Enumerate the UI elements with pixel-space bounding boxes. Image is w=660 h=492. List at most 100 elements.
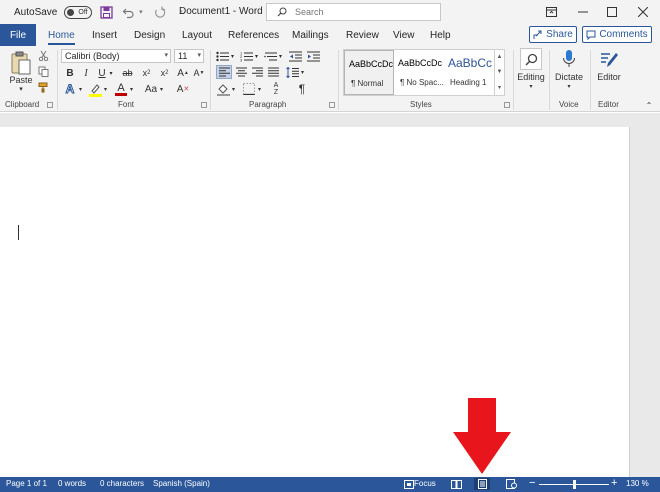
zoom-slider-thumb[interactable] xyxy=(573,480,576,489)
font-size-value: 11 xyxy=(178,51,188,61)
chevron-down-icon[interactable]: ▼ xyxy=(497,69,503,75)
italic-button[interactable]: I xyxy=(80,66,92,80)
clipboard-launcher-icon[interactable] xyxy=(47,102,53,108)
multilevel-dropdown-icon[interactable]: ▾ xyxy=(277,52,284,60)
zoom-level[interactable]: 130 % xyxy=(626,479,649,488)
subscript-button[interactable]: x2 xyxy=(140,66,153,80)
focus-label[interactable]: Focus xyxy=(414,479,436,488)
align-center-button[interactable] xyxy=(234,65,248,79)
web-layout-icon[interactable] xyxy=(503,478,519,490)
text-effects-icon[interactable]: A xyxy=(63,82,77,97)
borders-dropdown-icon[interactable]: ▾ xyxy=(256,85,263,93)
collapse-ribbon-icon[interactable]: ⌃ xyxy=(644,100,654,110)
align-left-button[interactable] xyxy=(216,65,232,79)
microphone-icon[interactable] xyxy=(560,48,578,70)
align-right-button[interactable] xyxy=(250,65,264,79)
document-page[interactable] xyxy=(0,127,630,477)
highlight-icon[interactable] xyxy=(88,82,102,97)
clear-formatting-icon[interactable]: A ✕ xyxy=(176,82,190,96)
editor-label[interactable]: Editor xyxy=(593,71,625,83)
undo-icon[interactable] xyxy=(120,4,136,20)
show-formatting-marks-icon[interactable]: ¶ xyxy=(296,81,308,96)
tab-layout[interactable]: Layout xyxy=(182,24,212,46)
style-normal[interactable]: AaBbCcDc ¶ Normal xyxy=(344,50,394,95)
font-launcher-icon[interactable] xyxy=(201,102,207,108)
character-count[interactable]: 0 characters xyxy=(100,479,144,488)
cut-icon[interactable] xyxy=(37,49,50,62)
print-layout-icon[interactable] xyxy=(474,478,490,490)
word-count[interactable]: 0 words xyxy=(58,479,86,488)
bullets-icon[interactable] xyxy=(215,50,229,62)
tab-home[interactable]: Home xyxy=(48,24,75,46)
text-effects-dropdown-icon[interactable]: ▾ xyxy=(77,85,84,93)
decrease-indent-icon[interactable] xyxy=(288,50,302,62)
change-case-dropdown-icon[interactable]: ▾ xyxy=(158,85,165,93)
copy-icon[interactable] xyxy=(37,65,50,78)
style-no-spacing[interactable]: AaBbCcDc ¶ No Spac... xyxy=(394,50,444,95)
save-icon[interactable] xyxy=(98,4,114,20)
numbering-icon[interactable]: 123 xyxy=(239,50,253,62)
format-painter-icon[interactable] xyxy=(37,81,50,94)
line-spacing-dropdown-icon[interactable]: ▾ xyxy=(299,68,306,76)
redo-icon[interactable] xyxy=(151,4,167,20)
zoom-in-button[interactable]: + xyxy=(611,477,617,489)
justify-button[interactable] xyxy=(266,65,280,79)
bullets-dropdown-icon[interactable]: ▾ xyxy=(229,52,236,60)
editing-search-icon[interactable] xyxy=(520,48,542,70)
highlight-dropdown-icon[interactable]: ▾ xyxy=(102,85,109,93)
shading-icon[interactable] xyxy=(216,82,230,96)
font-name-dropdown[interactable]: Calibri (Body) ▾ xyxy=(61,49,171,63)
tab-review[interactable]: Review xyxy=(346,24,379,46)
language-indicator[interactable]: Spanish (Spain) xyxy=(153,479,210,488)
chevron-up-icon[interactable]: ▲ xyxy=(497,54,503,60)
editing-dropdown-icon[interactable]: ▾ xyxy=(527,82,535,90)
borders-icon[interactable] xyxy=(242,82,256,96)
tab-references[interactable]: References xyxy=(228,24,279,46)
grow-font-button[interactable]: A ▲ xyxy=(177,66,189,80)
increase-indent-icon[interactable] xyxy=(306,50,320,62)
multilevel-list-icon[interactable] xyxy=(263,50,277,62)
tab-design[interactable]: Design xyxy=(134,24,165,46)
font-color-icon[interactable]: A xyxy=(114,82,128,97)
close-button[interactable] xyxy=(626,0,660,24)
maximize-button[interactable] xyxy=(595,0,629,24)
group-divider xyxy=(549,50,550,110)
strikethrough-button[interactable]: ab xyxy=(120,66,135,80)
voice-group-label: Voice xyxy=(559,100,579,109)
tab-file[interactable]: File xyxy=(0,24,36,46)
superscript-button[interactable]: x2 xyxy=(158,66,171,80)
style-heading-1[interactable]: AaBbCc Heading 1 xyxy=(444,50,494,95)
page-count[interactable]: Page 1 of 1 xyxy=(6,479,47,488)
autosave-toggle[interactable]: Off xyxy=(64,5,93,19)
change-case-button[interactable]: Aa xyxy=(143,82,159,96)
dictate-dropdown-icon[interactable]: ▾ xyxy=(565,82,573,90)
search-box[interactable] xyxy=(266,3,441,21)
line-spacing-icon[interactable] xyxy=(285,65,299,79)
tab-insert[interactable]: Insert xyxy=(92,24,117,46)
toggle-knob xyxy=(67,8,75,16)
bold-button[interactable]: B xyxy=(64,66,76,80)
undo-dropdown-icon[interactable]: ▾ xyxy=(136,4,145,20)
styles-scroll[interactable]: ▲ ▼ ▾ xyxy=(495,49,505,96)
comments-button[interactable]: Comments xyxy=(582,26,652,43)
share-button[interactable]: Share xyxy=(529,26,577,43)
font-color-dropdown-icon[interactable]: ▾ xyxy=(128,85,135,93)
editor-icon[interactable] xyxy=(598,48,620,70)
zoom-out-button[interactable]: − xyxy=(529,477,535,489)
more-styles-icon[interactable]: ▾ xyxy=(498,84,501,91)
shading-dropdown-icon[interactable]: ▾ xyxy=(230,85,237,93)
styles-launcher-icon[interactable] xyxy=(504,102,510,108)
underline-dropdown-icon[interactable]: ▾ xyxy=(107,68,115,78)
search-input[interactable] xyxy=(295,7,425,17)
font-size-dropdown[interactable]: 11 ▾ xyxy=(174,49,204,63)
tab-view[interactable]: View xyxy=(393,24,415,46)
tab-help[interactable]: Help xyxy=(430,24,451,46)
read-mode-icon[interactable] xyxy=(448,478,464,490)
sort-icon[interactable]: AZ xyxy=(269,81,283,96)
ribbon-display-options-icon[interactable] xyxy=(534,0,568,24)
shrink-font-button[interactable]: A ▼ xyxy=(193,66,205,80)
paragraph-launcher-icon[interactable] xyxy=(329,102,335,108)
paste-dropdown-icon[interactable]: ▾ xyxy=(16,85,26,93)
numbering-dropdown-icon[interactable]: ▾ xyxy=(253,52,260,60)
tab-mailings[interactable]: Mailings xyxy=(292,24,329,46)
